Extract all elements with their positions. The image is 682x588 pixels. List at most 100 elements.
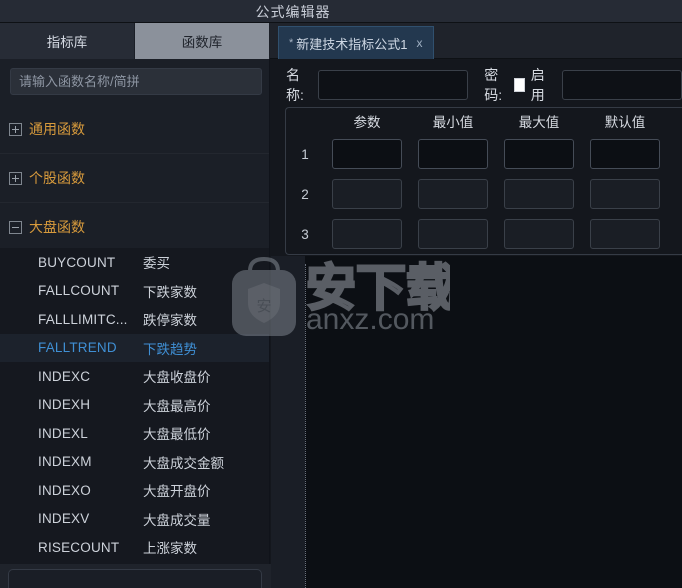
tab-function-library-label: 函数库: [181, 35, 223, 50]
cell-min: [410, 219, 496, 249]
default-input[interactable]: [590, 139, 660, 169]
parameter-table-header: 参数 最小值 最大值 默认值: [286, 108, 682, 134]
expand-plus-icon[interactable]: [9, 171, 22, 185]
function-name: INDEXM: [38, 454, 92, 470]
list-item[interactable]: INDEXC 大盘收盘价: [0, 362, 269, 391]
max-input[interactable]: [504, 219, 574, 249]
editor-gutter: [271, 256, 305, 588]
formula-meta-row: 名称: 密码: 启用: [271, 67, 682, 103]
list-item[interactable]: INDEXM 大盘成交金额: [0, 448, 269, 477]
function-name: FALLLIMITC...: [38, 311, 128, 327]
bottom-input[interactable]: [8, 569, 262, 588]
list-item[interactable]: FALLLIMITC... 跌停家数: [0, 305, 269, 334]
list-item[interactable]: INDEXO 大盘开盘价: [0, 476, 269, 505]
function-desc: 下跌趋势: [143, 341, 197, 357]
min-input[interactable]: [418, 139, 488, 169]
function-name: INDEXO: [38, 482, 91, 498]
function-desc: 下跌家数: [143, 284, 197, 300]
password-enable-label: 启用: [530, 67, 545, 103]
name-label: 名称:: [286, 67, 304, 103]
table-row: 3: [286, 214, 682, 254]
code-editor[interactable]: [271, 256, 682, 588]
function-name: INDEXC: [38, 368, 91, 384]
table-row: 2: [286, 174, 682, 214]
cell-param: [324, 179, 410, 209]
category-general-functions[interactable]: 通用函数: [0, 105, 269, 154]
title-bar: 公式编辑器: [0, 0, 682, 23]
cell-default: [582, 139, 668, 169]
function-name: INDEXL: [38, 425, 88, 441]
list-item[interactable]: INDEXV 大盘成交量: [0, 505, 269, 534]
tab-function-library[interactable]: 函数库: [135, 23, 270, 59]
function-desc: 大盘最高价: [143, 398, 211, 414]
password-input[interactable]: [562, 70, 682, 100]
function-name: RISECOUNT: [38, 539, 120, 555]
function-desc: 大盘最低价: [143, 427, 211, 443]
category-stock-functions[interactable]: 个股函数: [0, 154, 269, 203]
document-tab-bar: * 新建技术指标公式1 x: [270, 23, 682, 59]
header-param: 参数: [353, 115, 381, 130]
list-item[interactable]: INDEXH 大盘最高价: [0, 391, 269, 420]
function-library-sidebar: 通用函数 个股函数 大盘函数 BUYCOUNT 委买 FALLCOUNT 下跌家…: [0, 59, 270, 564]
category-market-functions[interactable]: 大盘函数: [0, 203, 269, 252]
cell-param: [324, 139, 410, 169]
window-title: 公式编辑器: [255, 4, 331, 20]
param-input[interactable]: [332, 139, 402, 169]
function-list[interactable]: BUYCOUNT 委买 FALLCOUNT 下跌家数 FALLLIMITC...…: [0, 248, 269, 564]
parameter-table: 参数 最小值 最大值 默认值 1 2 3: [285, 107, 682, 255]
list-item[interactable]: RISECOUNT 上涨家数: [0, 533, 269, 562]
function-name: FALLTREND: [38, 340, 117, 356]
cell-param: [324, 219, 410, 249]
close-icon[interactable]: x: [417, 36, 423, 50]
function-name: INDEXH: [38, 397, 91, 413]
cell-max: [496, 139, 582, 169]
function-name: BUYCOUNT: [38, 254, 116, 270]
function-desc: 大盘开盘价: [143, 484, 211, 500]
formula-editor-window: 公式编辑器 指标库 函数库 * 新建技术指标公式1 x 通用函数 个股函数: [0, 0, 682, 588]
tab-indicator-library[interactable]: 指标库: [0, 23, 135, 59]
document-tab-new-formula[interactable]: * 新建技术指标公式1 x: [278, 26, 434, 59]
category-market-functions-label: 大盘函数: [29, 219, 85, 235]
cell-min: [410, 179, 496, 209]
default-input[interactable]: [590, 219, 660, 249]
header-default: 默认值: [604, 115, 646, 130]
modified-marker-icon: *: [289, 37, 294, 49]
cell-default: [582, 179, 668, 209]
function-name: INDEXV: [38, 511, 90, 527]
max-input[interactable]: [504, 179, 574, 209]
param-input[interactable]: [332, 179, 402, 209]
param-input[interactable]: [332, 219, 402, 249]
header-max: 最大值: [518, 115, 560, 130]
function-desc: 大盘成交金额: [143, 455, 224, 471]
list-item-selected[interactable]: FALLTREND 下跌趋势: [0, 333, 269, 362]
category-general-functions-label: 通用函数: [29, 121, 85, 137]
expand-plus-icon[interactable]: [9, 122, 22, 136]
cell-min: [410, 139, 496, 169]
table-row: 1: [286, 134, 682, 174]
cell-max: [496, 219, 582, 249]
search-input[interactable]: [10, 68, 262, 95]
password-enable-checkbox[interactable]: [513, 78, 525, 92]
list-item[interactable]: FALLCOUNT 下跌家数: [0, 277, 269, 306]
tab-indicator-library-label: 指标库: [46, 35, 88, 50]
function-desc: 大盘成交量: [143, 512, 211, 528]
max-input[interactable]: [504, 139, 574, 169]
row-index: 3: [301, 226, 309, 242]
password-label: 密码:: [484, 67, 503, 103]
default-input[interactable]: [590, 179, 660, 209]
library-tab-strip: 指标库 函数库: [0, 23, 270, 59]
row-index: 2: [301, 186, 309, 202]
name-input[interactable]: [318, 70, 469, 100]
min-input[interactable]: [418, 219, 488, 249]
bottom-panel: [0, 564, 271, 588]
list-item[interactable]: INDEXL 大盘最低价: [0, 419, 269, 448]
function-desc: 上涨家数: [143, 541, 197, 557]
cell-max: [496, 179, 582, 209]
function-desc: 委买: [143, 256, 170, 272]
list-item[interactable]: BUYCOUNT 委买: [0, 248, 269, 277]
document-tab-label: 新建技术指标公式1: [296, 36, 408, 52]
min-input[interactable]: [418, 179, 488, 209]
function-desc: 跌停家数: [143, 313, 197, 329]
collapse-minus-icon[interactable]: [9, 220, 22, 234]
header-min: 最小值: [432, 115, 474, 130]
